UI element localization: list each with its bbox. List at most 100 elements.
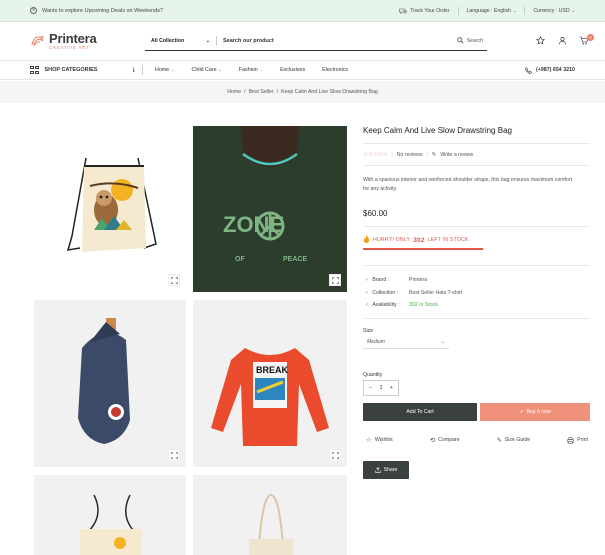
user-icon[interactable] (557, 35, 567, 45)
nav-item-child-care[interactable]: Child Care ⌄ (192, 67, 222, 73)
product-image-2[interactable]: ZONE OF PEACE (193, 126, 347, 292)
search-button[interactable]: Search (456, 37, 487, 44)
tee-print-word: ZONE (223, 212, 284, 237)
category-select[interactable]: All Collection ⌄ (145, 35, 217, 46)
quantity-label: Quantity (363, 372, 383, 378)
language-select[interactable]: Language : English (467, 8, 511, 14)
stock-count: 302 (413, 236, 425, 244)
rating-row: ☆☆☆☆☆ | No reviews | ✎ Write a review (363, 151, 474, 159)
sloth-bag-image (66, 157, 157, 252)
search-input[interactable] (217, 37, 457, 44)
product-description: With a spacious interior and reinforced … (363, 177, 573, 192)
brand-tagline: CREATIVE ART (49, 44, 90, 50)
breadcrumb-section[interactable]: Best Seller (249, 89, 274, 95)
logo-mark-icon (31, 35, 44, 47)
reviews-count: No reviews (396, 151, 423, 158)
add-to-cart-button[interactable]: Add To Cart (363, 403, 477, 421)
menu: Home ⌄ Child Care ⌄ Fashion ⌄ Exclusives El… (155, 67, 348, 73)
product-title: Keep Calm And Live Slow Drawstring Bag (363, 126, 512, 135)
expand-icon[interactable] (168, 449, 180, 461)
share-button[interactable]: Share (363, 461, 409, 479)
meta-availability: ✓ Availability : 302 In Stock (365, 302, 438, 308)
header-icons: 0 (535, 34, 594, 45)
check-icon: ✓ (365, 277, 370, 283)
breadcrumb: Home / Best Seller / Keep Calm And Live … (0, 81, 605, 103)
size-guide-button[interactable]: ✎ Size Guide (497, 436, 530, 444)
check-icon: ✓ (365, 290, 370, 296)
rocket-icon: ➚ (519, 409, 524, 415)
sort-icon: ⇂ (130, 67, 136, 74)
star-icon: ☆ (366, 437, 372, 444)
search-bar: All Collection ⌄ Search (145, 31, 487, 51)
long-sleeve-image: BREAK (211, 348, 329, 446)
brand-name: Printera (49, 30, 97, 46)
bag-image (80, 494, 142, 555)
share-icon (374, 467, 381, 473)
expand-icon[interactable] (329, 449, 341, 461)
print-button[interactable]: Print (567, 436, 588, 444)
cart-icon[interactable]: 0 (579, 34, 594, 45)
compare-button[interactable]: ⟲ Compare (430, 436, 460, 444)
chevron-down-icon: ⌄ (440, 338, 445, 345)
chevron-down-icon: ⌄ (512, 8, 517, 13)
rating-stars: ☆☆☆☆☆ (363, 152, 388, 158)
expand-icon[interactable] (168, 274, 180, 286)
search-icon (456, 37, 464, 44)
shirt-print-word: BREAK (256, 365, 289, 375)
product-price: $60.00 (363, 209, 388, 218)
chevron-down-icon: ⌄ (171, 67, 175, 72)
site-header: Printera CREATIVE ART All Collection ⌄ S… (0, 22, 605, 60)
chevron-down-icon: ⌄ (571, 8, 575, 13)
tote-image (249, 493, 293, 555)
size-select[interactable]: Medium ⌄ (363, 335, 449, 349)
wishlist-star-icon[interactable] (535, 35, 545, 45)
product-image-3[interactable] (34, 300, 186, 467)
printer-icon (567, 436, 574, 444)
phone-icon (525, 66, 532, 74)
grid-icon (30, 65, 39, 75)
promo-text: Wants to explore Upcoming Deals on Weeke… (42, 7, 164, 14)
size-label: Size (363, 328, 374, 334)
stock-alert: HURRY! ONLY 302 LEFT IN STOCK. (363, 235, 470, 245)
chevron-down-icon: ⌄ (218, 67, 222, 72)
close-icon[interactable]: ✕ (30, 7, 37, 14)
promo: ✕ Wants to explore Upcoming Deals on Wee… (30, 7, 163, 14)
plus-button[interactable]: + (390, 385, 393, 391)
currency-select[interactable]: Currency : USD (533, 8, 569, 14)
nav-item-electronics[interactable]: Electronics (322, 67, 348, 73)
buy-now-button[interactable]: ➚ Buy it now (480, 403, 590, 421)
breadcrumb-home[interactable]: Home (227, 89, 241, 95)
product-image-6[interactable] (193, 475, 347, 555)
minus-button[interactable]: − (369, 385, 372, 391)
pencil-icon: ✎ (431, 151, 437, 158)
logo[interactable]: Printera CREATIVE ART (30, 32, 97, 50)
truck-icon (399, 8, 408, 14)
product-image-5[interactable] (34, 475, 186, 555)
product-image-4[interactable]: BREAK (193, 300, 347, 467)
cap-image (78, 318, 130, 444)
nav-item-exclusives[interactable]: Exclusives (280, 67, 305, 73)
check-icon: ✓ (365, 302, 370, 308)
nav-item-home[interactable]: Home ⌄ (155, 67, 175, 73)
wishlist-button[interactable]: ☆ Wishlist (366, 436, 393, 444)
meta-brand: ✓ Brand : Printera (365, 277, 428, 283)
shop-categories-button[interactable]: SHOP CATEGORIES ⇂ (30, 65, 136, 75)
meta-collection: ✓ Collection : Best Seller Hats T-shirt (365, 290, 462, 296)
topbar-links: Track Your Order Language : English ⌄ Cu… (399, 6, 575, 15)
chevron-down-icon: ⌄ (259, 67, 264, 72)
main-nav: SHOP CATEGORIES ⇂ Home ⌄ Child Care ⌄ Fash… (0, 60, 605, 80)
phone-contact[interactable]: (+987) 654 3210 (525, 66, 575, 74)
promo-bar: ✕ Wants to explore Upcoming Deals on Wee… (0, 0, 605, 22)
expand-icon[interactable] (329, 274, 341, 286)
zone-of-peace-tee-image: ZONE OF PEACE (193, 126, 347, 292)
quantity-stepper[interactable]: − 1 + (363, 380, 399, 396)
nav-item-fashion[interactable]: Fashion ⌄ (239, 67, 263, 73)
write-review-link[interactable]: Write a review (440, 152, 473, 158)
product-image-1[interactable] (34, 126, 186, 292)
cart-count-badge: 0 (587, 34, 594, 41)
track-order-link[interactable]: Track Your Order (410, 8, 449, 14)
tee-print-word-right: PEACE (283, 256, 307, 263)
chevron-down-icon: ⌄ (205, 37, 210, 44)
product-actions: ☆ Wishlist ⟲ Compare ✎ Size Guide Print (366, 436, 588, 444)
quantity-value[interactable]: 1 (379, 385, 382, 391)
